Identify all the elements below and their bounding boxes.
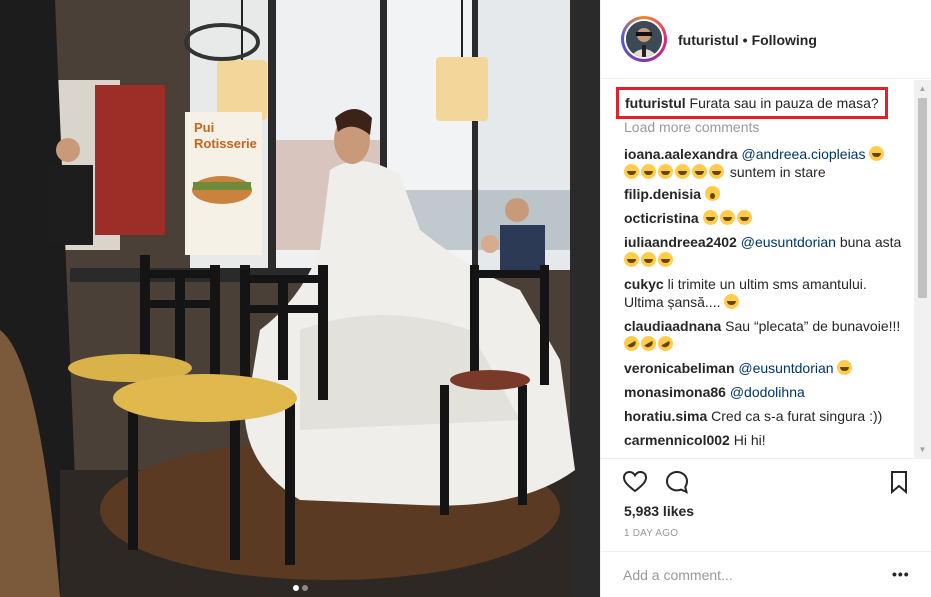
comment-username[interactable]: veronicabeliman xyxy=(624,360,735,376)
caption-username[interactable]: futuristul xyxy=(625,95,686,111)
profile-photo-icon xyxy=(626,21,662,57)
comment-item: monasimona86 @dodolihna xyxy=(624,383,909,401)
comment-username[interactable]: filip.denisia xyxy=(624,186,701,202)
comment-text: Cred ca s-a furat singura :)) xyxy=(711,408,883,424)
poster-line1: Pui xyxy=(194,120,214,135)
avatar[interactable] xyxy=(621,16,667,62)
laughing-emoji-icon xyxy=(702,210,718,225)
comment-username[interactable]: carmennicol002 xyxy=(624,432,730,448)
comments-scrollbar[interactable]: ▲ ▼ xyxy=(914,80,931,458)
laughing-emoji-icon xyxy=(719,210,735,225)
post-actions: 5,983 likes xyxy=(601,458,931,528)
laughing-emoji-icon xyxy=(624,252,639,267)
post-photo[interactable]: Pui Rotisserie xyxy=(0,0,600,597)
comment-item: veronicabeliman @eusuntdorian xyxy=(624,359,909,377)
header-username[interactable]: futuristul xyxy=(678,32,739,48)
rofl-emoji-icon xyxy=(621,333,642,354)
scroll-down-arrow-icon[interactable]: ▼ xyxy=(914,441,931,458)
post-timestamp[interactable]: 1 DAY AGO xyxy=(624,528,678,539)
laughing-emoji-icon xyxy=(675,164,690,179)
surprised-emoji-icon xyxy=(704,186,720,201)
add-comment-input[interactable] xyxy=(623,565,873,585)
more-options-icon[interactable]: ••• xyxy=(892,566,912,582)
comment-username[interactable]: ioana.aalexandra xyxy=(624,146,738,162)
comment-text: suntem in stare xyxy=(729,164,826,180)
laughing-emoji-icon xyxy=(658,252,673,267)
comment-mention[interactable]: @dodolihna xyxy=(730,384,805,400)
heart-icon[interactable] xyxy=(622,469,648,495)
caption-text: Furata sau in pauza de masa? xyxy=(689,95,879,111)
comment-item: carmennicol002 Hi hi! xyxy=(624,431,909,449)
laughing-emoji-icon xyxy=(736,210,752,225)
comment-username[interactable]: cukyc xyxy=(624,276,664,292)
scrollbar-thumb[interactable] xyxy=(918,98,927,298)
comment-item: horatiu.sima Cred ca s-a furat singura :… xyxy=(624,407,909,425)
comment-item: octicristina xyxy=(624,209,909,227)
header-separator: • xyxy=(742,32,748,48)
caption-highlight: futuristul Furata sau in pauza de masa? xyxy=(616,87,888,119)
carousel-dot-active[interactable] xyxy=(292,585,299,591)
comment-text: buna asta xyxy=(839,234,902,250)
comment-username[interactable]: monasimona86 xyxy=(624,384,726,400)
comment-username[interactable]: octicristina xyxy=(624,210,699,226)
laughing-emoji-icon xyxy=(709,164,724,179)
comment-mention[interactable]: @eusuntdorian xyxy=(741,234,836,250)
cafe-scene-image: Pui Rotisserie xyxy=(0,0,600,597)
load-more-comments-link[interactable]: Load more comments xyxy=(624,119,759,135)
comment-username[interactable]: horatiu.sima xyxy=(624,408,707,424)
add-comment-bar: ••• xyxy=(601,551,931,597)
comment-item: filip.denisia xyxy=(624,185,909,203)
comments-list[interactable]: futuristul Furata sau in pauza de masa? … xyxy=(601,80,931,458)
comment-item: claudiaadnana Sau “plecata” de bunavoie!… xyxy=(621,317,909,354)
laughing-emoji-icon xyxy=(724,294,740,309)
comment-username[interactable]: iuliaandreea2402 xyxy=(624,234,737,250)
likes-count[interactable]: 5,983 likes xyxy=(624,503,694,519)
rofl-emoji-icon xyxy=(655,333,676,354)
carousel-dot[interactable] xyxy=(301,585,308,591)
rofl-emoji-icon xyxy=(638,333,659,354)
grinning-emoji-icon xyxy=(837,360,853,375)
laughing-emoji-icon xyxy=(658,164,673,179)
comment-mention[interactable]: @eusuntdorian xyxy=(738,360,833,376)
laughing-emoji-icon xyxy=(692,164,707,179)
laughing-emoji-icon xyxy=(641,252,656,267)
post-header: futuristul • Following xyxy=(601,0,931,79)
comment-item: iuliaandreea2402 @eusuntdorian buna asta xyxy=(624,233,909,269)
comment-text: Hi hi! xyxy=(733,432,766,448)
post-details-panel: futuristul • Following futuristul Furata s… xyxy=(600,0,931,597)
laughing-emoji-icon xyxy=(641,164,656,179)
poster-line2: Rotisserie xyxy=(194,136,257,151)
bookmark-icon[interactable] xyxy=(886,469,912,495)
comment-icon[interactable] xyxy=(664,469,690,495)
carousel-indicator xyxy=(0,578,600,596)
scroll-up-arrow-icon[interactable]: ▲ xyxy=(914,80,931,97)
comment-username[interactable]: claudiaadnana xyxy=(624,318,721,334)
laughing-emoji-icon xyxy=(624,164,639,179)
comment-item: cukyc li trimite un ultim sms amantului.… xyxy=(624,275,909,311)
comment-text: Sau “plecata” de bunavoie!!! xyxy=(725,318,901,334)
laughing-emoji-icon xyxy=(869,146,885,161)
comment-mention[interactable]: @andreea.ciopleias xyxy=(742,146,866,162)
following-button[interactable]: Following xyxy=(752,32,817,48)
comment-item: ioana.aalexandra @andreea.ciopleias sunt… xyxy=(624,145,909,181)
